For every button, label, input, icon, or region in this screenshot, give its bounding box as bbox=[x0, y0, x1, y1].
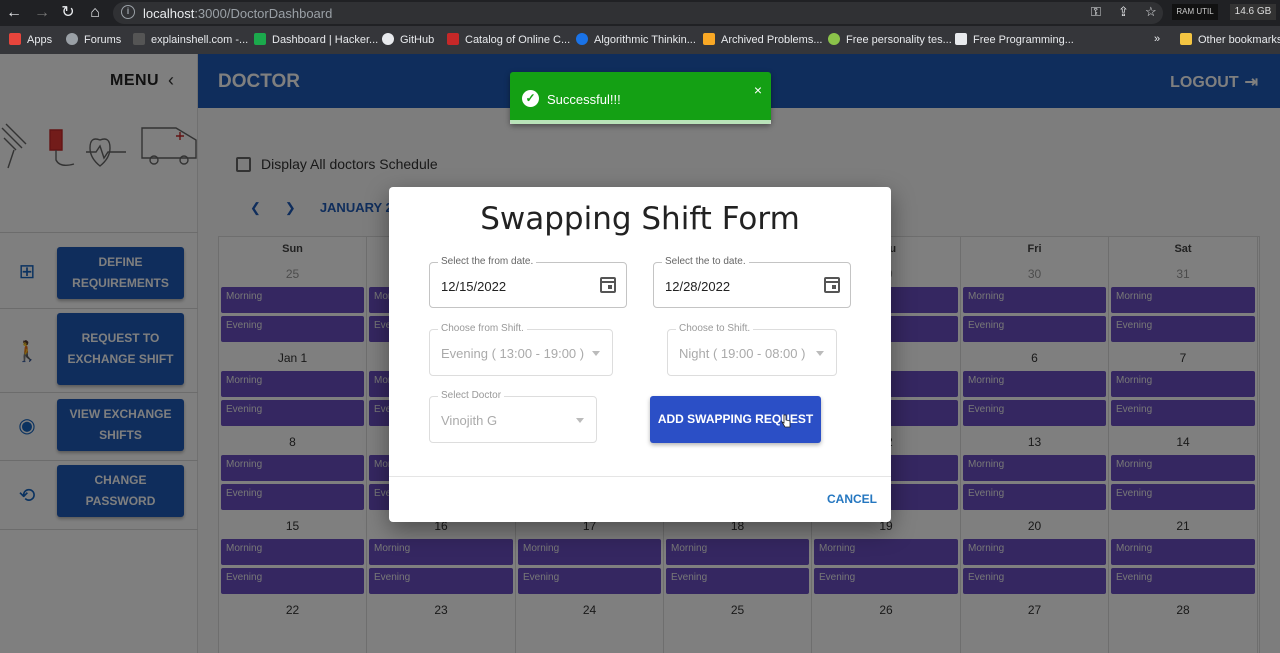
address-bar[interactable]: i localhost:3000/DoctorDashboard bbox=[113, 2, 1163, 24]
github-icon bbox=[382, 33, 394, 45]
close-icon[interactable]: × bbox=[754, 82, 762, 98]
personality-test-icon bbox=[828, 33, 840, 45]
back-arrow-icon[interactable]: ← bbox=[4, 3, 24, 23]
chevron-down-icon bbox=[816, 351, 824, 356]
chevron-down-icon bbox=[592, 351, 600, 356]
coursera-icon bbox=[576, 33, 588, 45]
from-shift-label: Choose from Shift. bbox=[438, 323, 527, 334]
to-shift-label: Choose to Shift. bbox=[676, 323, 754, 334]
home-icon[interactable]: ⌂ bbox=[85, 3, 105, 23]
check-circle-icon: ✓ bbox=[522, 90, 539, 107]
bookmark-personality[interactable]: Free personality tes... bbox=[828, 33, 952, 46]
from-date-label: Select the from date. bbox=[438, 256, 537, 267]
swap-shift-dialog: Swapping Shift Form Select the from date… bbox=[389, 187, 891, 522]
apps-grid-icon bbox=[9, 33, 21, 45]
to-date-label: Select the to date. bbox=[662, 256, 749, 267]
explainshell-icon bbox=[133, 33, 145, 45]
toast-progress-bar bbox=[510, 120, 771, 124]
harvard-shield-icon bbox=[447, 33, 459, 45]
bookmark-hackerrank[interactable]: Dashboard | Hacker... bbox=[254, 33, 378, 46]
calendar-icon[interactable] bbox=[824, 277, 840, 293]
bookmark-algorithmic[interactable]: Algorithmic Thinkin... bbox=[576, 33, 696, 46]
bookmark-forums[interactable]: Forums bbox=[66, 33, 121, 46]
ram-util-badge: RAM UTIL bbox=[1172, 4, 1218, 20]
pointer-cursor-icon bbox=[781, 414, 791, 428]
dialog-divider bbox=[389, 476, 891, 477]
bookmarks-bar: Apps Forums explainshell.com -... Dashbo… bbox=[0, 26, 1280, 54]
dialog-title: Swapping Shift Form bbox=[480, 201, 800, 237]
bookmark-free-programming[interactable]: Free Programming... bbox=[955, 33, 1074, 46]
cancel-button[interactable]: CANCEL bbox=[827, 492, 877, 506]
bookmarks-overflow-button[interactable]: » bbox=[1154, 33, 1160, 45]
star-icon[interactable]: ☆ bbox=[1145, 4, 1157, 20]
success-toast: ✓ Successful!!! × bbox=[510, 72, 771, 124]
hackerrank-icon bbox=[254, 33, 266, 45]
to-date-value: 12/28/2022 bbox=[665, 279, 731, 294]
url-text: localhost:3000/DoctorDashboard bbox=[143, 6, 333, 21]
info-icon[interactable]: i bbox=[121, 5, 135, 19]
bookmark-archived-problems[interactable]: Archived Problems... bbox=[703, 33, 822, 46]
globe-icon bbox=[66, 33, 78, 45]
from-date-value: 12/15/2022 bbox=[441, 279, 507, 294]
project-euler-icon bbox=[703, 33, 715, 45]
calendar-icon[interactable] bbox=[600, 277, 616, 293]
browser-toolbar: ← → ↻ ⌂ i localhost:3000/DoctorDashboard… bbox=[0, 0, 1280, 26]
from-date-field[interactable]: Select the from date. 12/15/2022 bbox=[429, 256, 627, 308]
to-shift-select[interactable]: Choose to Shift. Night ( 19:00 - 08:00 ) bbox=[667, 323, 837, 376]
doctor-select[interactable]: Select Doctor Vinojith G bbox=[429, 390, 597, 443]
reload-icon[interactable]: ↻ bbox=[58, 3, 78, 23]
toast-message: Successful!!! bbox=[547, 92, 621, 107]
add-swapping-request-button[interactable]: ADD SWAPPING REQUEST bbox=[650, 396, 821, 443]
key-icon[interactable]: ⚿ bbox=[1091, 4, 1101, 20]
share-icon[interactable]: ⇪ bbox=[1118, 4, 1129, 20]
bookmark-catalog[interactable]: Catalog of Online C... bbox=[447, 33, 570, 46]
bookmark-explainshell[interactable]: explainshell.com -... bbox=[133, 33, 248, 46]
to-shift-value: Night ( 19:00 - 08:00 ) bbox=[679, 346, 806, 361]
bookmark-other[interactable]: Other bookmarks bbox=[1180, 33, 1280, 46]
doctor-value: Vinojith G bbox=[441, 413, 498, 428]
forward-arrow-icon[interactable]: → bbox=[32, 3, 52, 23]
chevron-down-icon bbox=[576, 418, 584, 423]
bookmark-apps[interactable]: Apps bbox=[9, 33, 52, 46]
to-date-field[interactable]: Select the to date. 12/28/2022 bbox=[653, 256, 851, 308]
memory-badge: 14.6 GB bbox=[1230, 4, 1276, 20]
folder-icon bbox=[1180, 33, 1192, 45]
doctor-label: Select Doctor bbox=[438, 390, 505, 401]
freecodecamp-icon bbox=[955, 33, 967, 45]
from-shift-value: Evening ( 13:00 - 19:00 ) bbox=[441, 346, 585, 361]
from-shift-select[interactable]: Choose from Shift. Evening ( 13:00 - 19:… bbox=[429, 323, 613, 376]
bookmark-github[interactable]: GitHub bbox=[382, 33, 434, 46]
